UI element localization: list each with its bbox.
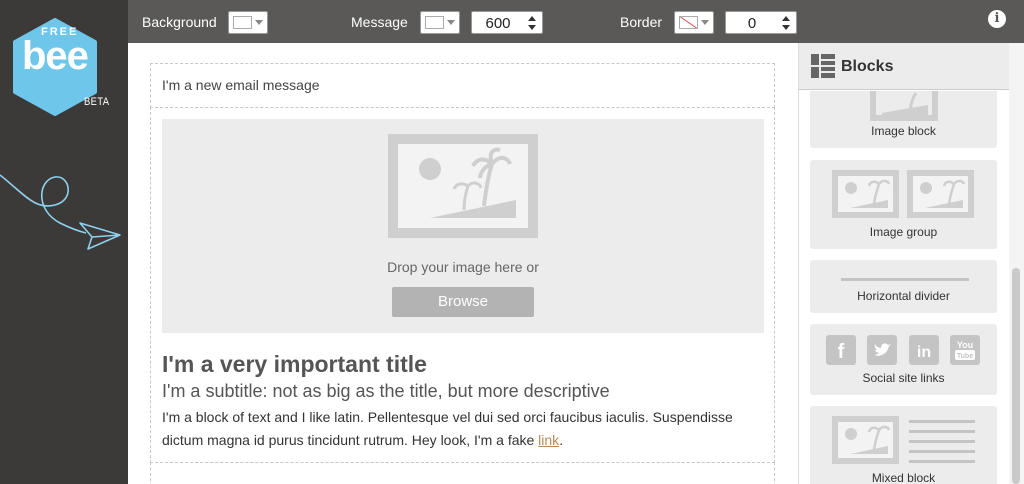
info-icon[interactable]: i	[988, 10, 1006, 28]
image-block-label: Image block	[871, 124, 936, 138]
message-color-swatch	[425, 16, 444, 29]
svg-text:You: You	[957, 340, 973, 350]
background-color-swatch	[233, 16, 252, 29]
message-width-value: 600	[485, 15, 511, 32]
mixed-block-label: Mixed block	[871, 471, 936, 484]
body-text-content: I'm a block of text and I like latin. Pe…	[162, 409, 733, 448]
left-sidebar: FREE bee BETA	[0, 0, 128, 484]
social-links-item[interactable]: f in You Tube Social site links	[810, 324, 997, 395]
email-subtitle[interactable]: I'm a subtitle: not as big as the title,…	[162, 381, 610, 402]
email-title[interactable]: I'm a very important title	[162, 351, 427, 378]
top-toolbar: Background Message 600 Border 0 i	[128, 0, 1024, 43]
facebook-icon: f	[826, 335, 856, 365]
border-label: Border	[620, 14, 663, 30]
background-color-picker[interactable]	[228, 11, 268, 34]
blocks-panel-header: Blocks	[799, 43, 1024, 90]
chevron-down-icon	[255, 20, 263, 25]
stepper-arrows-icon[interactable]	[781, 15, 791, 31]
drop-image-text: Drop your image here or	[387, 259, 539, 275]
border-color-picker[interactable]	[674, 11, 714, 34]
email-body-text[interactable]: I'm a block of text and I like latin. Pe…	[162, 406, 772, 452]
chevron-down-icon	[447, 20, 455, 25]
mixed-block-item[interactable]: Mixed block	[810, 406, 997, 484]
blocks-panel-title: Blocks	[841, 58, 894, 75]
image-group-icon	[832, 170, 974, 218]
image-placeholder-icon	[388, 134, 538, 238]
chevron-down-icon	[701, 20, 709, 25]
message-color-picker[interactable]	[420, 11, 460, 34]
svg-text:Tube: Tube	[957, 353, 973, 360]
blocks-icon	[811, 54, 835, 78]
mixed-block-icon	[832, 416, 975, 464]
image-block-item[interactable]: Image block	[810, 91, 997, 148]
email-subject: I'm a new email message	[162, 77, 320, 93]
fake-link[interactable]: link	[538, 432, 559, 448]
logo-beta-text: BETA	[84, 96, 110, 108]
browse-button[interactable]: Browse	[392, 287, 534, 317]
image-group-label: Image group	[869, 225, 938, 239]
svg-text:in: in	[917, 344, 931, 361]
image-block-icon	[870, 91, 938, 121]
social-links-label: Social site links	[862, 371, 945, 385]
horizontal-divider-label: Horizontal divider	[857, 289, 950, 303]
logo-bee-text: bee	[22, 34, 89, 78]
empty-row[interactable]	[150, 462, 775, 484]
stepper-arrows-icon[interactable]	[527, 15, 537, 31]
svg-text:f: f	[838, 341, 845, 363]
no-color-swatch-icon	[679, 16, 698, 29]
twitter-icon	[867, 335, 897, 365]
image-dropzone[interactable]: Drop your image here or Browse	[162, 119, 764, 333]
linkedin-icon: in	[909, 335, 939, 365]
border-width-value: 0	[747, 15, 757, 32]
youtube-icon: You Tube	[950, 335, 980, 365]
divider-line-icon	[841, 278, 969, 281]
message-width-stepper[interactable]: 600	[471, 11, 543, 34]
message-label: Message	[351, 14, 408, 30]
panel-scrollbar-thumb[interactable]	[1012, 268, 1020, 484]
email-canvas: I'm a new email message Drop your image …	[128, 43, 798, 484]
horizontal-divider-item[interactable]: Horizontal divider	[810, 260, 997, 313]
image-group-item[interactable]: Image group	[810, 160, 997, 249]
body-text-end: .	[559, 432, 564, 448]
background-label: Background	[142, 14, 217, 30]
blocks-panel: Blocks Image block Image group Horizonta…	[798, 43, 1024, 484]
paper-plane-icon	[0, 174, 121, 250]
border-width-stepper[interactable]: 0	[725, 11, 797, 34]
